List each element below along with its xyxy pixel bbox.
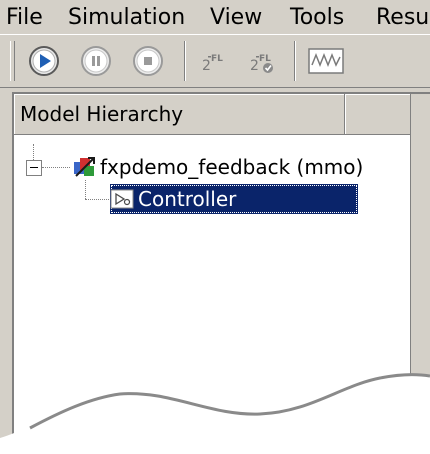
tree-node-label: fxpdemo_feedback (mmo) (100, 155, 364, 179)
stop-icon (133, 46, 163, 76)
signal-view-button[interactable] (306, 43, 346, 79)
column-header[interactable]: Model Hierarchy (14, 94, 345, 135)
waveform-icon (308, 48, 344, 74)
panel-title: Model Hierarchy (20, 102, 184, 126)
simulink-model-icon (74, 157, 95, 177)
pause-button[interactable] (78, 43, 114, 79)
subsystem-block-icon (110, 189, 134, 209)
tree-line (42, 167, 70, 168)
fixed-point-logging-button[interactable]: 2 FL (196, 43, 232, 79)
toolbar-separator (184, 41, 185, 81)
svg-text:FL: FL (259, 54, 271, 64)
fixed-point-check-icon: 2 FL (250, 54, 273, 74)
pause-icon (81, 46, 111, 76)
tree-line (85, 180, 86, 199)
menu-bar: File Simulation View Tools Resu (0, 0, 430, 34)
menu-tools[interactable]: Tools (290, 6, 344, 30)
tree-node-controller[interactable]: Controller (138, 185, 236, 213)
tree-node-root[interactable]: fxpdemo_feedback (mmo) (100, 153, 363, 181)
menu-view[interactable]: View (210, 6, 262, 30)
play-icon (29, 46, 59, 76)
svg-text:2: 2 (250, 58, 259, 74)
menu-results[interactable]: Resu (376, 6, 429, 30)
toolbar-grip[interactable] (10, 41, 15, 81)
menu-file[interactable]: File (6, 6, 43, 30)
svg-text:2: 2 (202, 58, 211, 74)
tree-node-label: Controller (138, 187, 237, 211)
fixed-point-autoscale-button[interactable]: 2 FL (244, 43, 280, 79)
stop-button[interactable] (130, 43, 166, 79)
fixed-point-log-icon: 2 FL (202, 54, 223, 74)
toolbar: 2 FL 2 FL (0, 34, 430, 88)
tree-line (33, 144, 34, 160)
toolbar-separator (294, 41, 295, 81)
tree-line (85, 199, 109, 200)
collapse-toggle-icon[interactable] (26, 160, 42, 176)
play-button[interactable] (26, 43, 62, 79)
svg-text:FL: FL (211, 54, 223, 64)
fixed-point-tool-window: File Simulation View Tools Resu 2 FL 2 F… (0, 0, 430, 454)
torn-edge-decoration (0, 373, 430, 454)
menu-simulation[interactable]: Simulation (68, 6, 185, 30)
